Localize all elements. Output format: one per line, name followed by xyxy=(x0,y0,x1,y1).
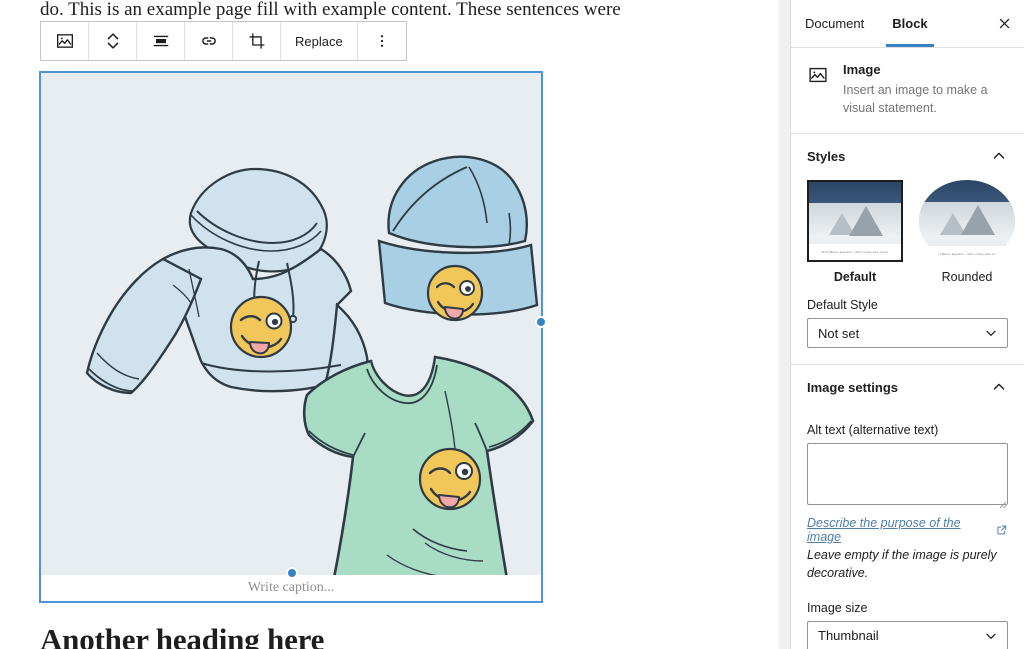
sidebar-tabs: Document Block xyxy=(791,0,1024,48)
image-size-label: Image size xyxy=(807,600,868,615)
block-card: Image Insert an image to make a visual s… xyxy=(791,48,1024,135)
external-link-icon xyxy=(997,525,1007,535)
image-preview[interactable] xyxy=(41,73,541,577)
style-label-rounded: Rounded xyxy=(941,270,993,285)
more-options-icon[interactable] xyxy=(357,22,406,60)
image-size-select[interactable]: Thumbnail xyxy=(807,620,1008,649)
describe-image-link[interactable]: Describe the purpose of the image xyxy=(807,516,1008,544)
image-icon[interactable] xyxy=(41,22,89,60)
thumb-caption-default: Mont Blanc appears - with snowy and sunn… xyxy=(809,244,901,261)
default-style-label: Default Style xyxy=(807,298,878,313)
styles-panel-header[interactable]: Styles xyxy=(807,134,1008,178)
emoji-winking-tongue xyxy=(418,447,482,511)
chevron-down-icon xyxy=(983,325,999,341)
resize-handle-right[interactable] xyxy=(535,316,547,328)
image-settings-panel-title: Image settings xyxy=(807,379,899,395)
close-icon[interactable] xyxy=(984,0,1024,47)
style-option-default[interactable]: Mont Blanc appears - with snowy and sunn… xyxy=(807,180,903,284)
emoji-winking-tongue xyxy=(426,264,484,322)
tab-block[interactable]: Block xyxy=(878,0,941,47)
describe-image-link-text: Describe the purpose of the image xyxy=(807,516,961,545)
link-icon[interactable] xyxy=(185,22,233,60)
style-thumbnail-rounded[interactable]: Mont Blanc appears - with snowy and sunn… xyxy=(919,180,1015,263)
default-style-value: Not set xyxy=(818,325,860,341)
next-heading[interactable]: Another heading here xyxy=(40,622,324,649)
style-thumbnail-default[interactable]: Mont Blanc appears - with snowy and sunn… xyxy=(807,180,903,263)
image-settings-panel-header[interactable]: Image settings xyxy=(807,365,1008,409)
alt-text-input[interactable] xyxy=(807,443,1008,506)
image-size-value: Thumbnail xyxy=(818,628,879,643)
styles-panel: Styles Mont Blanc appears - with snowy a… xyxy=(791,134,1024,366)
styles-panel-title: Styles xyxy=(807,148,846,164)
style-options: Mont Blanc appears - with snowy and sunn… xyxy=(807,180,1015,284)
block-card-title: Image xyxy=(843,62,881,77)
chevron-down-icon xyxy=(983,628,999,644)
editor-window: do. This is an example page fill with ex… xyxy=(0,0,1024,649)
image-settings-panel: Image settings Alt text (alternative tex… xyxy=(791,365,1024,649)
replace-button[interactable]: Replace xyxy=(281,22,358,60)
thumb-peak xyxy=(849,205,884,236)
move-up-down-icon[interactable] xyxy=(89,22,137,60)
block-settings-sidebar: Document Block Image Insert an image to … xyxy=(790,0,1024,649)
alt-text-label: Alt text (alternative text) xyxy=(807,423,939,438)
thumb-caption-rounded: Mont Blanc appears - with snowy and sunn… xyxy=(919,246,1015,263)
tab-document[interactable]: Document xyxy=(791,0,878,47)
align-center-icon[interactable] xyxy=(137,22,185,60)
emoji-winking-tongue xyxy=(229,295,293,359)
image-block-selected[interactable]: Write caption... xyxy=(40,72,547,602)
default-style-select[interactable]: Not set xyxy=(807,318,1008,349)
editor-canvas: do. This is an example page fill with ex… xyxy=(0,0,779,649)
alt-text-help-note: Leave empty if the image is purely decor… xyxy=(807,548,997,581)
image-icon xyxy=(807,62,831,117)
chevron-up-icon[interactable] xyxy=(990,378,1008,396)
style-option-rounded[interactable]: Mont Blanc appears - with snowy and sunn… xyxy=(919,180,1015,284)
resize-handle-bottom[interactable] xyxy=(286,567,298,579)
crop-icon[interactable] xyxy=(233,22,281,60)
chevron-up-icon[interactable] xyxy=(990,147,1008,165)
block-card-description: Insert an image to make a visual stateme… xyxy=(843,83,988,116)
style-label-default: Default xyxy=(833,270,877,285)
block-toolbar[interactable]: Replace xyxy=(40,21,407,61)
thumb-peak xyxy=(961,204,996,235)
